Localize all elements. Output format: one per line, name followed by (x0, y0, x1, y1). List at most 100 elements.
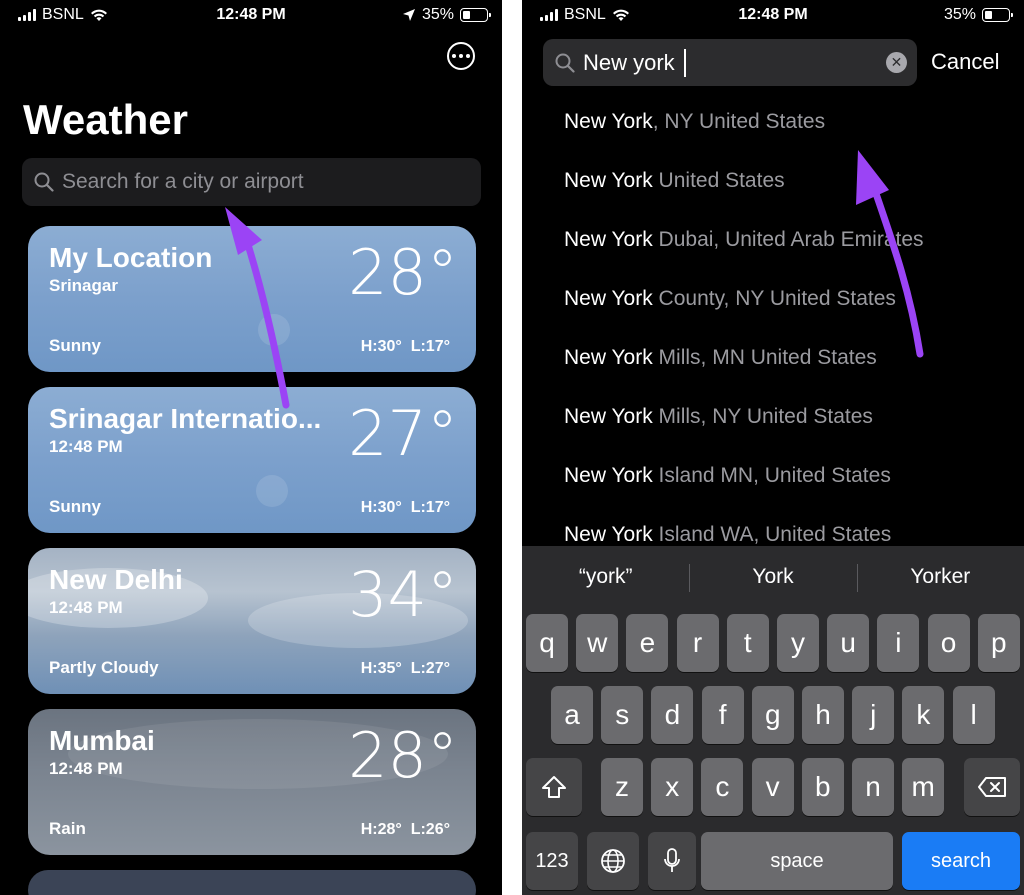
search-result-item[interactable]: New York Mills, MN United States (564, 346, 924, 405)
key-j[interactable]: j (852, 686, 895, 744)
weather-card-srinagar-airport[interactable]: Srinagar Internatio... 12:48 PM 27° Sunn… (28, 387, 476, 533)
weather-card-my-location[interactable]: My Location Srinagar 28° Sunny H:30° L:1… (28, 226, 476, 372)
key-m[interactable]: m (902, 758, 945, 816)
battery-icon (982, 8, 1013, 22)
key-b[interactable]: b (801, 758, 844, 816)
battery-group: 35% (944, 6, 1013, 24)
search-result-item[interactable]: New York Island MN, United States (564, 464, 924, 523)
card-high-low: H:30° L:17° (361, 499, 450, 517)
card-subtitle: 12:48 PM (49, 437, 123, 456)
key-v[interactable]: v (751, 758, 794, 816)
key-q[interactable]: q (526, 614, 568, 672)
key-s[interactable]: s (601, 686, 644, 744)
result-detail: Mills, MN United States (652, 346, 877, 369)
weather-card-mumbai[interactable]: Mumbai 12:48 PM 28° Rain H:28° L:26° (28, 709, 476, 855)
weather-list-screen: BSNL 12:48 PM 35% Weather Search for a c… (0, 0, 502, 895)
card-high: H:30° (360, 499, 402, 516)
dictation-key[interactable] (648, 832, 696, 890)
search-result-item[interactable]: New York Dubai, United Arab Emirates (564, 228, 924, 287)
city-search-field[interactable]: Search for a city or airport (22, 158, 481, 206)
result-match: New York (564, 287, 653, 310)
page-title: Weather (23, 96, 188, 143)
card-high: H:35° (360, 660, 402, 677)
text-cursor (683, 48, 686, 77)
result-detail: Mills, NY United States (652, 405, 873, 428)
location-icon (402, 9, 415, 21)
backspace-icon (978, 777, 1006, 797)
key-p[interactable]: p (977, 614, 1020, 672)
status-bar: BSNL 12:48 PM 35% (522, 6, 1024, 26)
battery-group: 35% (402, 6, 491, 24)
key-a[interactable]: a (551, 686, 593, 744)
weather-card-partial[interactable] (28, 870, 476, 895)
card-condition: Sunny (49, 336, 101, 355)
suggestion-item[interactable]: “york” (522, 546, 689, 608)
result-match: New York (564, 228, 653, 251)
key-r[interactable]: r (676, 614, 719, 672)
search-placeholder: Search for a city or airport (62, 170, 304, 193)
status-bar: BSNL 12:48 PM 35% (0, 6, 502, 26)
suggestion-item[interactable]: Yorker (856, 546, 1024, 608)
card-subtitle: Srinagar (49, 276, 118, 295)
search-result-item[interactable]: New York United States (564, 169, 924, 228)
result-detail: County, NY United States (652, 287, 896, 310)
card-high-low: H:35° L:27° (361, 660, 450, 678)
search-value: New york (583, 49, 675, 75)
search-icon (34, 172, 54, 192)
key-i[interactable]: i (877, 614, 920, 672)
card-temperature: 28° (348, 236, 458, 309)
key-k[interactable]: k (902, 686, 945, 744)
clear-text-icon[interactable]: ✕ (886, 52, 907, 73)
keyboard: “york” York Yorker qwertyuiop asdfghjkl zx… (522, 546, 1024, 895)
card-temperature: 34° (348, 558, 458, 631)
card-condition: Sunny (49, 497, 101, 516)
battery-percent: 35% (421, 6, 454, 23)
space-key[interactable]: space (701, 832, 893, 890)
key-o[interactable]: o (927, 614, 970, 672)
card-subtitle: 12:48 PM (49, 759, 123, 778)
key-y[interactable]: y (777, 614, 819, 672)
shift-key[interactable] (526, 758, 582, 816)
result-match: New York (564, 464, 653, 487)
cancel-button[interactable]: Cancel (931, 49, 999, 75)
result-match: New York (564, 110, 653, 133)
search-result-item[interactable]: New York County, NY United States (564, 287, 924, 346)
key-l[interactable]: l (952, 686, 995, 744)
result-match: New York (564, 169, 653, 192)
key-h[interactable]: h (802, 686, 844, 744)
shift-icon (542, 776, 566, 798)
result-detail: , NY United States (652, 110, 826, 133)
suggestion-item[interactable]: York (689, 546, 856, 608)
key-e[interactable]: e (626, 614, 669, 672)
card-high-low: H:30° L:17° (361, 338, 450, 356)
key-c[interactable]: c (701, 758, 744, 816)
card-temperature: 27° (348, 397, 458, 470)
key-u[interactable]: u (827, 614, 870, 672)
key-d[interactable]: d (651, 686, 694, 744)
key-g[interactable]: g (751, 686, 794, 744)
delete-key[interactable] (964, 758, 1020, 816)
weather-card-new-delhi[interactable]: New Delhi 12:48 PM 34° Partly Cloudy H:3… (28, 548, 476, 694)
card-low: L:27° (410, 660, 450, 677)
key-x[interactable]: x (651, 758, 694, 816)
result-detail: Dubai, United Arab Emirates (652, 228, 924, 251)
search-result-item[interactable]: New York Mills, NY United States (564, 405, 924, 464)
result-detail: Island MN, United States (652, 464, 891, 487)
card-location-name: Mumbai (49, 725, 155, 756)
search-key[interactable]: search (902, 832, 1020, 890)
numbers-key[interactable]: 123 (526, 832, 578, 890)
card-condition: Rain (49, 819, 86, 838)
key-f[interactable]: f (701, 686, 744, 744)
city-search-input[interactable]: New york ✕ (543, 39, 917, 86)
key-z[interactable]: z (601, 758, 643, 816)
card-low: L:26° (410, 821, 450, 838)
microphone-icon (664, 848, 680, 872)
card-location-name: My Location (49, 242, 213, 273)
city-search-screen: BSNL 12:48 PM 35% New york ✕ Cancel New … (522, 0, 1024, 895)
more-options-icon[interactable] (447, 42, 475, 70)
globe-key[interactable] (587, 832, 639, 890)
search-result-item[interactable]: New York, NY United States (564, 110, 924, 169)
key-n[interactable]: n (852, 758, 894, 816)
key-w[interactable]: w (576, 614, 619, 672)
key-t[interactable]: t (726, 614, 769, 672)
